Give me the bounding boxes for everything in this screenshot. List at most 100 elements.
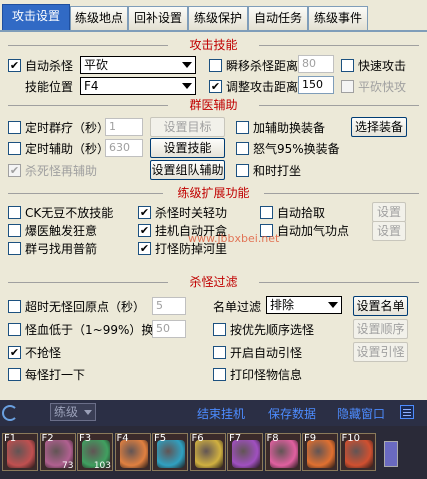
control-strip: 练级 结束挂机 保存数据 隐藏窗口	[0, 400, 427, 426]
chevron-down-icon	[182, 62, 192, 68]
low-hp-input[interactable]: 50	[152, 320, 186, 338]
no-grab-label: 不抢怪	[25, 346, 62, 360]
priority-order-label: 按优先顺序选怪	[230, 323, 315, 337]
kill-light-label: 杀怪时关轻功	[155, 206, 228, 220]
auto-lure-checkbox[interactable]	[213, 346, 226, 359]
hit-every-checkbox[interactable]	[8, 368, 21, 381]
tab-bar: 攻击设置 练级地点 回补设置 练级保护 自动任务 练级事件	[0, 0, 427, 32]
namelist-filter-select[interactable]: 排除	[266, 296, 342, 314]
set-order-button[interactable]: 设置顺序	[353, 319, 408, 339]
teleport-kill-label: 瞬移杀怪距离	[226, 59, 299, 73]
add-aux-equip-checkbox[interactable]	[236, 121, 249, 134]
auto-qi-label: 自动加气功点	[277, 224, 350, 238]
adjust-distance-checkbox[interactable]: ✔	[209, 80, 222, 93]
quick-attack-checkbox[interactable]	[341, 59, 354, 72]
timed-aux-input[interactable]: 630	[105, 139, 143, 157]
timed-aux-checkbox[interactable]	[8, 142, 21, 155]
bow-arrow-label: 群弓找用普箭	[25, 242, 98, 256]
hotbar-slot-f3[interactable]: F3 103	[77, 433, 113, 471]
teleport-kill-checkbox[interactable]	[209, 59, 222, 72]
burst-rage-checkbox[interactable]	[8, 224, 21, 237]
timeout-return-checkbox[interactable]	[8, 300, 21, 313]
hotkey-label: F7	[229, 433, 242, 444]
defense-river-checkbox[interactable]: ✔	[138, 242, 151, 255]
tab-underline	[0, 30, 427, 32]
teleport-distance-input[interactable]: 80	[298, 55, 334, 73]
hotbar-slot-f4[interactable]: F4	[114, 433, 151, 471]
kill-monster-aux-checkbox[interactable]: ✔	[8, 164, 21, 177]
mode-select-value: 练级	[54, 405, 79, 419]
timed-heal-checkbox[interactable]	[8, 121, 21, 134]
auto-pickup-checkbox[interactable]	[260, 206, 273, 219]
skill-select-value: 平砍	[84, 58, 109, 72]
pickup-settings-button[interactable]: 设置	[372, 202, 406, 222]
hide-window-button[interactable]: 隐藏窗口	[337, 405, 385, 422]
extend-section-title: 练级扩展功能	[0, 186, 427, 200]
menu-icon[interactable]	[400, 405, 414, 419]
set-target-button[interactable]: 设置目标	[150, 117, 225, 137]
ck-no-bean-checkbox[interactable]	[8, 206, 21, 219]
hotbar-slot-f1[interactable]: F1	[2, 433, 38, 471]
timed-heal-label: 定时群疗（秒）	[25, 121, 110, 135]
priority-order-checkbox[interactable]	[213, 323, 226, 336]
hotkey-label: F5	[154, 433, 167, 444]
end-hangup-button[interactable]: 结束挂机	[197, 405, 245, 422]
hotbar-page-tab[interactable]	[384, 441, 398, 467]
hit-every-label: 每怪打一下	[25, 368, 86, 382]
save-data-button[interactable]: 保存数据	[268, 405, 316, 422]
ck-no-bean-label: CK无豆不放技能	[25, 206, 114, 220]
kill-filter-section-title: 杀怪过滤	[0, 275, 427, 289]
tab-leveling-protection[interactable]: 练级保护	[188, 6, 248, 30]
hotbar-slot-f7[interactable]: F7	[227, 433, 263, 471]
item-count: 73	[62, 461, 74, 471]
timed-heal-input[interactable]: 1	[105, 118, 143, 136]
low-hp-switch-checkbox[interactable]	[8, 323, 21, 336]
hotbar-slot-f8[interactable]: F8	[264, 433, 301, 471]
adjust-distance-input[interactable]: 150	[298, 76, 334, 94]
set-lure-button[interactable]: 设置引怪	[353, 342, 408, 362]
chevron-down-icon	[182, 83, 192, 89]
tab-leveling-events[interactable]: 练级事件	[308, 6, 368, 30]
no-grab-checkbox[interactable]: ✔	[8, 346, 21, 359]
select-equipment-button[interactable]: 选择装备	[351, 117, 407, 137]
skill-select[interactable]: 平砍	[80, 56, 196, 74]
hotbar-slot-f2[interactable]: F2 73	[39, 433, 76, 471]
hotbar-slot-f9[interactable]: F9	[302, 433, 338, 471]
quick-attack-label: 快速攻击	[358, 59, 407, 73]
tab-auto-quest[interactable]: 自动任务	[248, 6, 308, 30]
add-aux-equip-label: 加辅助换装备	[253, 121, 326, 135]
hotbar-slot-f10[interactable]: F10	[339, 433, 376, 471]
set-team-aux-button[interactable]: 设置组队辅助	[150, 160, 225, 180]
skill-icon	[157, 440, 185, 468]
timeout-input[interactable]: 5	[152, 297, 186, 315]
bow-arrow-checkbox[interactable]	[8, 242, 21, 255]
dance-meditate-checkbox[interactable]	[236, 164, 249, 177]
tab-leveling-location[interactable]: 练级地点	[70, 6, 128, 30]
bottom-bar: 练级 结束挂机 保存数据 隐藏窗口 F1 F2 73 F3 103 F4 F5 F6 F7 F8 F…	[0, 400, 427, 479]
low-hp-switch-label: 怪血低于（1~99%）换怪	[25, 323, 166, 337]
timeout-return-label: 超时无怪回原点（秒）	[25, 300, 146, 314]
support-section-title: 群医辅助	[0, 98, 427, 112]
chevron-down-icon	[84, 410, 92, 415]
refresh-icon[interactable]	[2, 405, 18, 421]
mode-select[interactable]: 练级	[50, 403, 96, 421]
set-namelist-button[interactable]: 设置名单	[353, 296, 408, 316]
hotkey-label: F6	[191, 433, 204, 444]
qi-settings-button[interactable]: 设置	[372, 221, 406, 241]
item-count: 103	[93, 461, 111, 471]
skill-icon	[194, 440, 223, 468]
tab-recovery-settings[interactable]: 回补设置	[128, 6, 188, 30]
hotbar-slot-f5[interactable]: F5	[152, 433, 188, 471]
set-skill-button[interactable]: 设置技能	[150, 138, 225, 158]
auto-kill-checkbox[interactable]: ✔	[8, 59, 21, 72]
auto-open-box-checkbox[interactable]: ✔	[138, 224, 151, 237]
rage-equip-checkbox[interactable]	[236, 142, 249, 155]
plain-quick-checkbox[interactable]	[341, 80, 354, 93]
burst-rage-label: 爆医触发狂意	[25, 224, 98, 238]
hotbar-slot-f6[interactable]: F6	[189, 433, 226, 471]
kill-light-checkbox[interactable]: ✔	[138, 206, 151, 219]
plain-quick-label: 平砍快攻	[358, 80, 407, 94]
print-info-checkbox[interactable]	[213, 368, 226, 381]
tab-attack-settings[interactable]: 攻击设置	[2, 4, 70, 31]
skill-position-select[interactable]: F4	[80, 77, 196, 95]
